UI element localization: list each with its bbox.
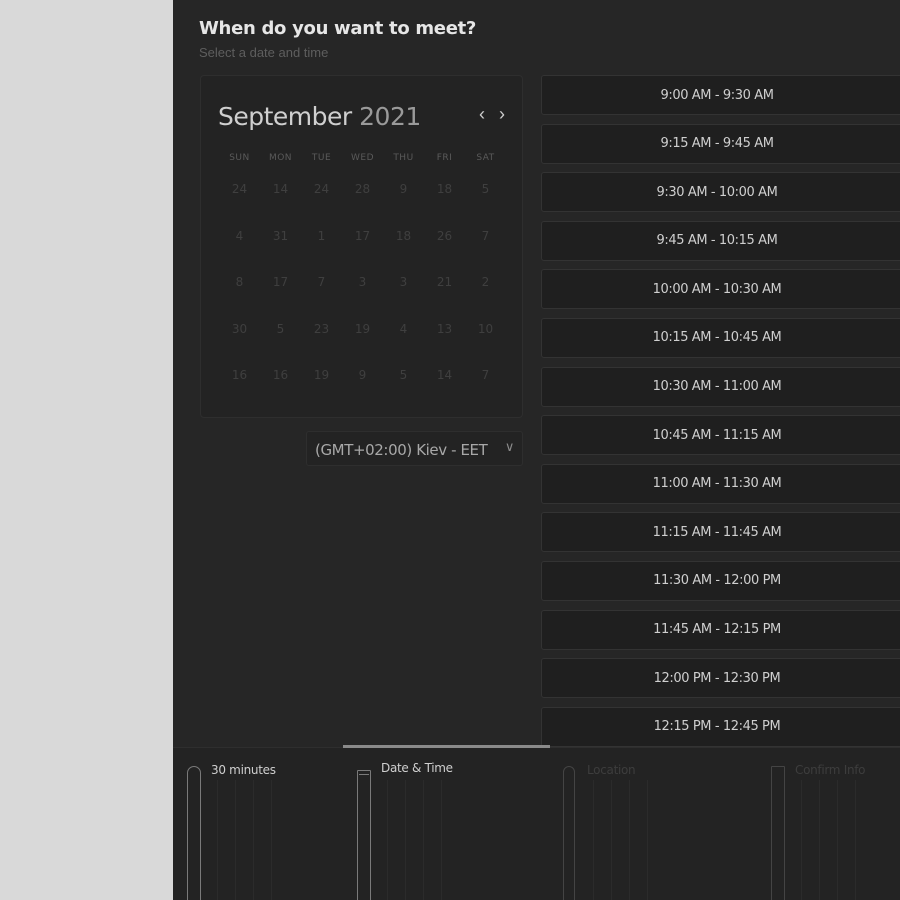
time-slot-list[interactable]: 9:00 AM - 9:30 AM 9:15 AM - 9:45 AM 9:30 A… bbox=[541, 75, 900, 747]
document-icon bbox=[771, 766, 785, 900]
calendar-day[interactable]: 9 bbox=[383, 180, 424, 227]
weekday-label: MON bbox=[268, 153, 293, 163]
calendar-day[interactable]: 7 bbox=[301, 273, 342, 320]
time-slot-button[interactable]: 9:00 AM - 9:30 AM bbox=[541, 75, 900, 115]
calendar-day[interactable]: 16 bbox=[260, 366, 301, 413]
calendar-day[interactable]: 17 bbox=[342, 227, 383, 274]
location-pin-icon bbox=[563, 766, 575, 900]
calendar-day[interactable]: 28 bbox=[342, 180, 383, 227]
step-label: 30 minutes bbox=[211, 763, 276, 777]
time-slot-button[interactable]: 9:30 AM - 10:00 AM bbox=[541, 172, 900, 213]
calendar-day[interactable]: 7 bbox=[465, 366, 506, 413]
calendar-day[interactable]: 23 bbox=[301, 320, 342, 367]
calendar-day[interactable]: 4 bbox=[219, 227, 260, 274]
calendar-week-row: 8 17 7 3 3 21 2 bbox=[219, 273, 506, 320]
calendar-day[interactable]: 14 bbox=[424, 366, 465, 413]
calendar-grid: 24 14 24 28 9 18 5 4 31 1 17 18 26 7 8 17 7 3 3 21 2 30 5 23 19 4… bbox=[219, 180, 506, 413]
calendar-day[interactable]: 30 bbox=[219, 320, 260, 367]
calendar-week-row: 4 31 1 17 18 26 7 bbox=[219, 227, 506, 274]
calendar-day[interactable]: 8 bbox=[219, 273, 260, 320]
time-slot-button[interactable]: 9:45 AM - 10:15 AM bbox=[541, 220, 900, 261]
weekday-label: FRI bbox=[436, 153, 453, 163]
previous-month-icon[interactable]: ‹ bbox=[479, 104, 485, 124]
timezone-select[interactable]: (GMT+02:00) Kiev - EET ∨ bbox=[306, 431, 523, 466]
calendar-day[interactable]: 9 bbox=[342, 366, 383, 413]
step-progress-bar: 30 minutes Date & Time Location Confirm … bbox=[173, 745, 900, 900]
calendar-day[interactable]: 18 bbox=[424, 180, 465, 227]
time-slot-button[interactable]: 10:30 AM - 11:00 AM bbox=[541, 366, 900, 407]
clock-icon bbox=[187, 766, 201, 900]
weekday-label: TUE bbox=[311, 153, 332, 163]
calendar-day[interactable]: 16 bbox=[219, 366, 260, 413]
weekday-label: SUN bbox=[229, 153, 250, 163]
calendar-day[interactable]: 5 bbox=[465, 180, 506, 227]
weekday-label: WED bbox=[350, 153, 374, 163]
calendar-day[interactable]: 7 bbox=[465, 227, 506, 274]
chevron-down-icon: ∨ bbox=[504, 440, 515, 455]
step-label: Confirm Info bbox=[795, 763, 866, 777]
calendar-day[interactable]: 3 bbox=[342, 273, 383, 320]
calendar-day[interactable]: 5 bbox=[383, 366, 424, 413]
weekday-header: SUN MON TUE WED THU FRI SAT bbox=[219, 153, 506, 163]
calendar-day[interactable]: 19 bbox=[342, 320, 383, 367]
calendar-day[interactable]: 19 bbox=[301, 366, 342, 413]
step-decoration bbox=[377, 780, 447, 900]
step-progress-indicator bbox=[343, 745, 550, 748]
calendar-week-row: 24 14 24 28 9 18 5 bbox=[219, 180, 506, 227]
time-slot-button[interactable]: 10:45 AM - 11:15 AM bbox=[541, 415, 900, 456]
time-slot-button[interactable]: 10:15 AM - 10:45 AM bbox=[541, 317, 900, 358]
calendar-day[interactable]: 14 bbox=[260, 180, 301, 227]
calendar: September 2021 ‹ › SUN MON TUE WED THU FRI SAT… bbox=[200, 75, 523, 418]
calendar-day[interactable]: 3 bbox=[383, 273, 424, 320]
calendar-day[interactable]: 18 bbox=[383, 227, 424, 274]
timezone-value: (GMT+02:00) Kiev - EET bbox=[315, 441, 488, 459]
calendar-month-year: September 2021 bbox=[218, 102, 421, 131]
time-slot-button[interactable]: 12:15 PM - 12:45 PM bbox=[541, 706, 900, 747]
calendar-week-row: 30 5 23 19 4 13 10 bbox=[219, 320, 506, 367]
time-slot-button[interactable]: 11:30 AM - 12:00 PM bbox=[541, 560, 900, 601]
calendar-month: September bbox=[218, 102, 352, 131]
calendar-day[interactable]: 31 bbox=[260, 227, 301, 274]
weekday-label: SAT bbox=[476, 153, 495, 163]
calendar-year: 2021 bbox=[359, 102, 421, 131]
time-slot-button[interactable]: 11:00 AM - 11:30 AM bbox=[541, 463, 900, 504]
time-slot-button[interactable]: 10:00 AM - 10:30 AM bbox=[541, 269, 900, 310]
calendar-day[interactable]: 26 bbox=[424, 227, 465, 274]
page-subtitle: Select a date and time bbox=[199, 45, 329, 60]
calendar-icon bbox=[357, 770, 371, 900]
step-label: Date & Time bbox=[381, 761, 453, 775]
weekday-label: THU bbox=[393, 153, 414, 163]
scheduler-panel: When do you want to meet? Select a date … bbox=[173, 0, 900, 900]
calendar-day[interactable]: 21 bbox=[424, 273, 465, 320]
calendar-day[interactable]: 1 bbox=[301, 227, 342, 274]
time-slot-button[interactable]: 9:15 AM - 9:45 AM bbox=[541, 123, 900, 164]
time-slot-button[interactable]: 12:00 PM - 12:30 PM bbox=[541, 658, 900, 699]
step-label: Location bbox=[587, 763, 636, 777]
page-title: When do you want to meet? bbox=[199, 18, 477, 39]
calendar-day[interactable]: 2 bbox=[465, 273, 506, 320]
time-slot-button[interactable]: 11:45 AM - 12:15 PM bbox=[541, 609, 900, 650]
calendar-day[interactable]: 5 bbox=[260, 320, 301, 367]
calendar-day[interactable]: 24 bbox=[219, 180, 260, 227]
calendar-day[interactable]: 10 bbox=[465, 320, 506, 367]
next-month-icon[interactable]: › bbox=[499, 104, 505, 124]
step-decoration bbox=[207, 780, 277, 900]
calendar-day[interactable]: 17 bbox=[260, 273, 301, 320]
calendar-day[interactable]: 13 bbox=[424, 320, 465, 367]
step-decoration bbox=[791, 780, 861, 900]
calendar-day[interactable]: 4 bbox=[383, 320, 424, 367]
time-slot-button[interactable]: 11:15 AM - 11:45 AM bbox=[541, 512, 900, 553]
step-decoration bbox=[583, 780, 653, 900]
calendar-day[interactable]: 24 bbox=[301, 180, 342, 227]
calendar-week-row: 16 16 19 9 5 14 7 bbox=[219, 366, 506, 413]
